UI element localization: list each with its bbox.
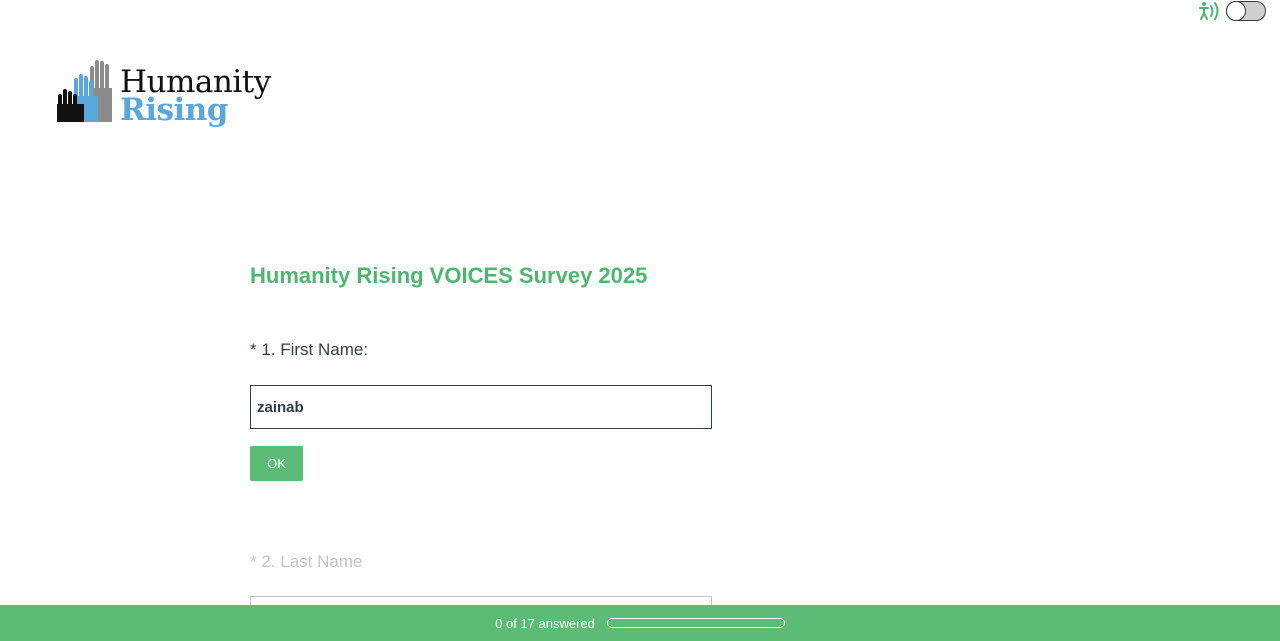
ok-button[interactable]: OK: [250, 446, 303, 481]
accessibility-controls: [1198, 0, 1266, 22]
progress-footer: 0 of 17 answered: [0, 605, 1280, 641]
humanity-rising-logo[interactable]: Humanity Rising: [56, 58, 276, 132]
survey-title: Humanity Rising VOICES Survey 2025: [250, 263, 648, 288]
survey-page: Humanity Rising Humanity Rising VOICES S…: [0, 0, 1280, 641]
accessibility-toggle[interactable]: [1226, 1, 1266, 21]
toggle-knob: [1226, 1, 1246, 21]
question-2-label: * 2. Last Name: [250, 552, 363, 571]
raised-hands-icon: [57, 60, 112, 122]
accessibility-audio-icon[interactable]: [1198, 0, 1222, 22]
logo-text-rising: Rising: [120, 92, 228, 128]
first-name-input[interactable]: [250, 385, 712, 429]
progress-text: 0 of 17 answered: [495, 615, 595, 631]
question-1-label: * 1. First Name:: [250, 340, 369, 359]
progress-bar: [606, 618, 785, 628]
